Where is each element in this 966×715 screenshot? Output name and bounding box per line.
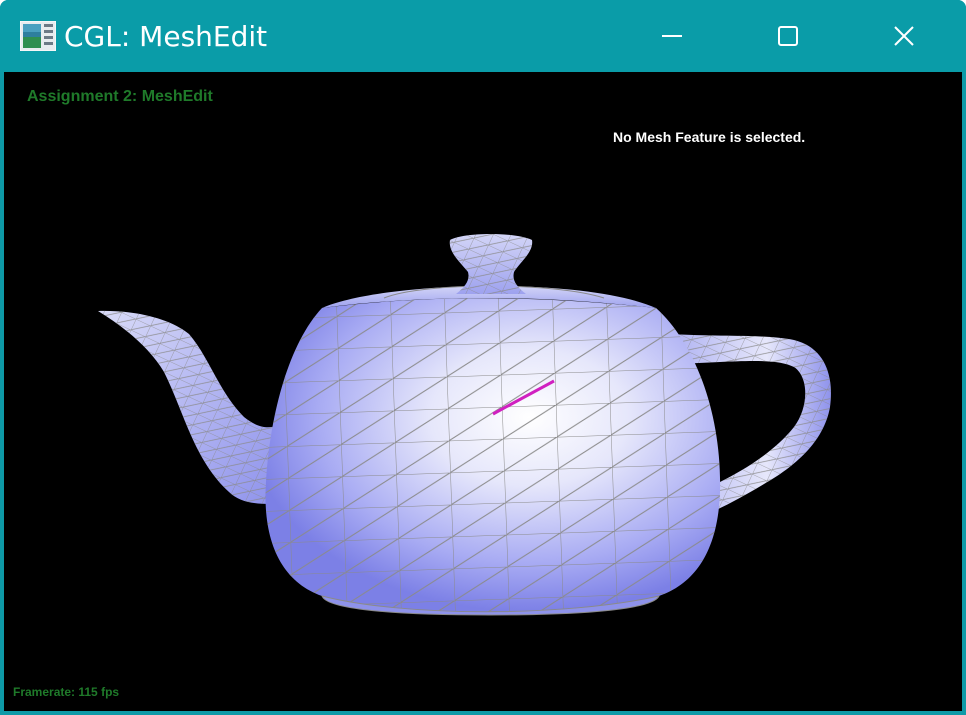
- selection-status: No Mesh Feature is selected.: [613, 129, 806, 145]
- app-window-icon: [19, 20, 57, 52]
- maximize-icon: [778, 26, 798, 46]
- framerate-label: Framerate:: [13, 685, 76, 699]
- hud-title: Assignment 2: MeshEdit: [27, 88, 213, 105]
- framerate-value: 115 fps: [78, 685, 120, 699]
- minimize-icon: [662, 35, 682, 37]
- teapot-mesh[interactable]: [4, 72, 962, 711]
- close-button[interactable]: [846, 0, 966, 72]
- maximize-button[interactable]: [730, 0, 846, 72]
- window-title: CGL: MeshEdit: [64, 20, 268, 53]
- title-bar[interactable]: CGL: MeshEdit: [0, 0, 966, 72]
- minimize-button[interactable]: [614, 0, 730, 72]
- render-viewport[interactable]: Assignment 2: MeshEdit No Mesh Feature i…: [4, 72, 962, 711]
- framerate-readout: Framerate: 115 fps: [13, 685, 119, 699]
- app-window: CGL: MeshEdit Assignment 2: MeshEdit No …: [0, 0, 966, 715]
- close-icon: [894, 26, 914, 46]
